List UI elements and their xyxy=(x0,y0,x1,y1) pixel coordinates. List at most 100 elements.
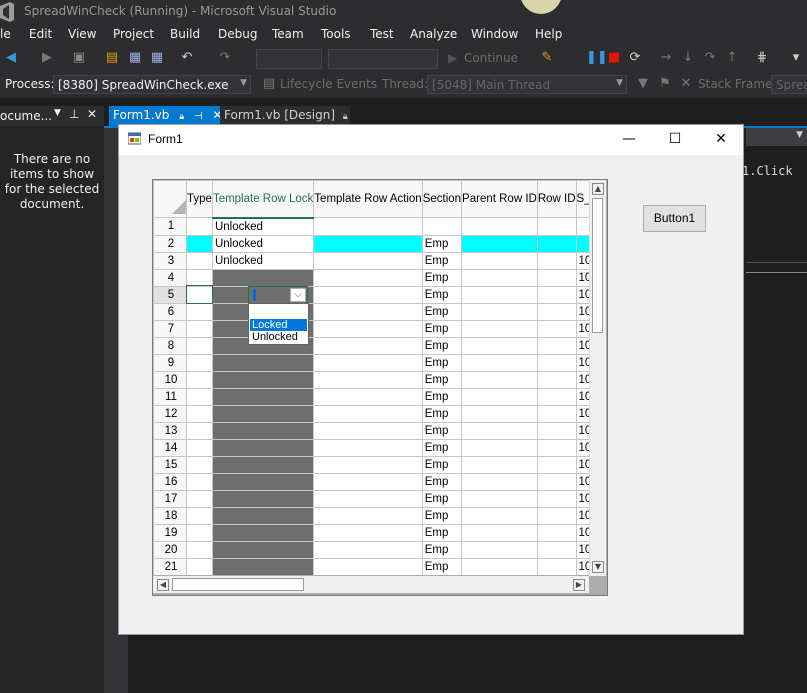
close-icon[interactable]: ✕ xyxy=(87,107,97,121)
minimize-button[interactable]: — xyxy=(617,129,641,149)
filter-icon[interactable]: ▼ xyxy=(636,77,650,91)
menu-view[interactable]: View xyxy=(68,27,96,41)
cell-s-dep[interactable]: 100 xyxy=(575,404,589,423)
cell-parent-row-id[interactable] xyxy=(461,353,538,372)
save-all-icon[interactable]: ▦ xyxy=(150,51,164,65)
cell-template-row-action[interactable] xyxy=(313,455,423,474)
cell-template-row-lock[interactable]: Unlocked xyxy=(211,234,315,253)
cell-type[interactable] xyxy=(186,319,213,338)
cell-template-row-lock[interactable] xyxy=(211,268,315,287)
cell-parent-row-id[interactable] xyxy=(461,540,538,559)
dropdown-option-unlocked[interactable]: Unlocked xyxy=(250,331,307,343)
menu-file[interactable]: le xyxy=(0,27,11,41)
cell-section[interactable]: Emp xyxy=(421,336,463,355)
solution-platform-combo[interactable] xyxy=(328,49,438,69)
cell-template-row-action[interactable] xyxy=(313,234,423,253)
cell-row-id[interactable] xyxy=(536,234,577,253)
form1-title-bar[interactable] xyxy=(119,125,743,155)
cell-template-row-action[interactable] xyxy=(313,506,423,525)
cell-template-row-action[interactable] xyxy=(313,523,423,542)
cell-section[interactable]: Emp xyxy=(421,421,463,440)
cell-template-row-action[interactable] xyxy=(313,251,423,270)
cell-type[interactable] xyxy=(186,421,213,440)
cell-row-id[interactable] xyxy=(536,387,577,406)
cell-template-row-action[interactable] xyxy=(313,404,423,423)
scroll-right-arrow-icon[interactable]: ▶ xyxy=(573,579,585,591)
cell-s-dep[interactable]: 100 xyxy=(575,472,589,491)
cell-section[interactable]: Emp xyxy=(421,353,463,372)
cell-section[interactable]: Emp xyxy=(421,387,463,406)
cell-template-row-action[interactable] xyxy=(313,319,423,338)
column-header-type[interactable]: Type xyxy=(186,180,213,218)
cell-row-id[interactable] xyxy=(536,319,577,338)
column-header-row-id[interactable]: Row ID xyxy=(536,180,577,218)
step-into-icon[interactable]: ↓ xyxy=(681,51,695,65)
undo-icon[interactable]: ↶ xyxy=(180,51,194,65)
save-icon[interactable]: ▦ xyxy=(128,51,142,65)
cell-s-dep[interactable]: 100 xyxy=(575,455,589,474)
cell-parent-row-id[interactable] xyxy=(461,506,538,525)
cell-s-dep[interactable]: 100 xyxy=(575,506,589,525)
new-project-icon[interactable]: ▣ xyxy=(72,51,86,65)
cell-parent-row-id[interactable] xyxy=(461,336,538,355)
cell-section[interactable]: Emp xyxy=(421,540,463,559)
cell-template-row-lock[interactable] xyxy=(211,557,315,575)
menu-build[interactable]: Build xyxy=(170,27,200,41)
panel-menu-chevron-icon[interactable]: ▼ xyxy=(54,108,61,118)
button1[interactable]: Button1 xyxy=(643,205,706,232)
row-header[interactable]: 20 xyxy=(153,540,187,559)
cell-type[interactable] xyxy=(186,523,213,542)
cell-s-dep[interactable]: 100 xyxy=(575,523,589,542)
cell-s-dep[interactable]: 100 xyxy=(575,387,589,406)
cell-section[interactable]: Emp xyxy=(421,557,463,575)
cell-s-dep[interactable]: 100 xyxy=(575,353,589,372)
cell-type[interactable] xyxy=(186,353,213,372)
cell-type[interactable] xyxy=(186,251,213,270)
row-header[interactable]: 1 xyxy=(153,217,187,236)
cell-parent-row-id[interactable] xyxy=(461,438,538,457)
scroll-left-arrow-icon[interactable]: ◀ xyxy=(157,579,169,591)
restart-icon[interactable]: ⟳ xyxy=(628,51,642,65)
cell-template-row-action[interactable] xyxy=(313,387,423,406)
cell-row-id[interactable] xyxy=(536,370,577,389)
pin-icon[interactable]: ⊥ xyxy=(69,107,79,121)
cell-row-id[interactable] xyxy=(536,438,577,457)
cell-s-dep[interactable] xyxy=(575,217,589,236)
menu-window[interactable]: Window xyxy=(471,27,518,41)
row-header[interactable]: 21 xyxy=(153,557,187,575)
cell-template-row-action[interactable] xyxy=(313,353,423,372)
column-header-parent-row-id[interactable]: Parent Row ID xyxy=(461,180,538,218)
tab-form1-design[interactable]: Form1.vb [Design] 🔒︎ xyxy=(220,106,350,126)
cell-type[interactable] xyxy=(186,268,213,287)
cell-row-id[interactable] xyxy=(536,302,577,321)
cell-row-id[interactable] xyxy=(536,336,577,355)
row-header[interactable]: 11 xyxy=(153,387,187,406)
lifecycle-events-dropdown[interactable]: Lifecycle Events xyxy=(280,77,377,91)
cell-section[interactable] xyxy=(421,217,463,236)
row-header[interactable]: 18 xyxy=(153,506,187,525)
cell-parent-row-id[interactable] xyxy=(461,523,538,542)
row-header[interactable]: 7 xyxy=(153,319,187,338)
cell-s-dep[interactable]: 100 xyxy=(575,438,589,457)
cell-template-row-lock[interactable] xyxy=(211,523,315,542)
cell-template-row-lock[interactable]: Unlocked xyxy=(211,217,315,236)
corner-cell[interactable] xyxy=(153,180,187,218)
step-out-icon[interactable]: ↑ xyxy=(725,51,739,65)
cell-template-row-lock[interactable] xyxy=(211,387,315,406)
cell-template-row-action[interactable] xyxy=(313,285,423,304)
editor-navigation-bar[interactable]: ▼ xyxy=(746,128,807,146)
cell-s-dep[interactable]: 100 xyxy=(575,251,589,270)
cell-type[interactable] xyxy=(186,370,213,389)
cell-template-row-lock[interactable] xyxy=(211,421,315,440)
cell-parent-row-id[interactable] xyxy=(461,285,538,304)
clear-flags-icon[interactable]: ✕ xyxy=(679,77,693,91)
cell-template-row-action[interactable] xyxy=(313,557,423,575)
cell-row-id[interactable] xyxy=(536,251,577,270)
cell-template-row-lock[interactable] xyxy=(211,472,315,491)
maximize-button[interactable]: ☐ xyxy=(663,129,687,149)
stop-debugging-icon[interactable]: ■ xyxy=(607,51,621,65)
cell-row-id[interactable] xyxy=(536,523,577,542)
cell-section[interactable]: Emp xyxy=(421,370,463,389)
menu-team[interactable]: Team xyxy=(272,27,304,41)
horizontal-scroll-thumb[interactable] xyxy=(172,578,304,591)
